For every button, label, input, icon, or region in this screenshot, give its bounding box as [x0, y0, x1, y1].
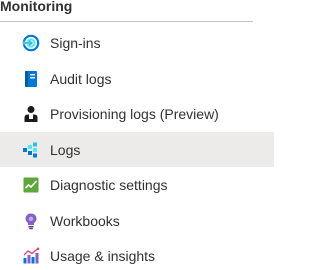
nav-item-label: Diagnostic settings	[50, 177, 168, 193]
nav-item-label: Sign-ins	[50, 35, 101, 51]
nav-item-label: Provisioning logs (Preview)	[50, 106, 219, 122]
nav-item-logs[interactable]: Logs	[0, 131, 274, 167]
diagnostic-settings-icon	[22, 176, 40, 194]
sign-ins-icon	[22, 34, 40, 52]
nav-item-audit-logs[interactable]: Audit logs	[0, 61, 274, 97]
nav-item-usage-insights[interactable]: Usage & insights	[0, 238, 274, 270]
nav-item-provisioning-logs[interactable]: Provisioning logs (Preview)	[0, 96, 274, 132]
section-header: Monitoring	[0, 0, 253, 22]
logs-icon	[22, 141, 40, 159]
usage-insights-icon	[22, 247, 40, 265]
nav-item-label: Audit logs	[50, 70, 112, 87]
workbooks-icon	[22, 212, 40, 230]
provisioning-logs-icon	[22, 105, 40, 123]
audit-logs-icon	[22, 70, 40, 88]
nav-item-label: Logs	[50, 141, 81, 158]
nav-item-diagnostic-settings[interactable]: Diagnostic settings	[0, 167, 274, 203]
nav-item-label: Workbooks	[50, 212, 120, 229]
nav-item-label: Usage & insights	[50, 248, 156, 264]
nav-item-sign-ins[interactable]: Sign-ins	[0, 25, 274, 61]
nav-list: Sign-ins Audit logs Provisioning logs (P…	[0, 25, 274, 270]
monitoring-nav-panel: Monitoring Sign-ins Audit logs Provision…	[0, 0, 274, 270]
section-title: Monitoring	[0, 0, 73, 14]
nav-item-workbooks[interactable]: Workbooks	[0, 203, 274, 239]
